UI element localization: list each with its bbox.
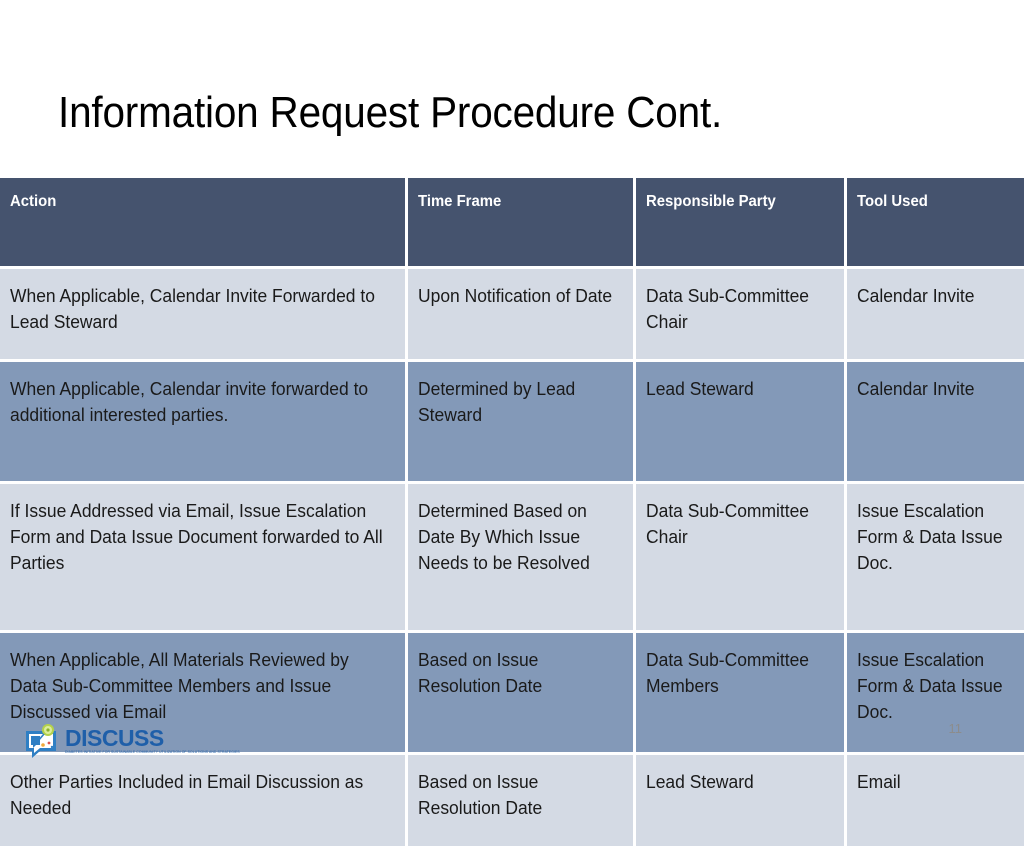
column-header-time-frame-label: Time Frame — [417, 193, 501, 210]
cell-action-text: When Applicable, All Materials Reviewed … — [10, 650, 349, 722]
cell-responsible-party: Lead Steward — [634, 360, 847, 484]
cell-action-text: When Applicable, Calendar invite forward… — [10, 379, 369, 425]
cell-time-frame-text: Based on Issue Resolution Date — [417, 772, 542, 818]
cell-tool-used: Calendar Invite — [845, 360, 1024, 484]
cell-time-frame-text: Upon Notification of Date — [417, 286, 612, 306]
cell-action-text: Other Parties Included in Email Discussi… — [10, 772, 364, 818]
cell-time-frame: Based on Issue Resolution Date — [406, 631, 636, 755]
cell-tool-used-text: Calendar Invite — [856, 286, 974, 306]
cell-tool-used-text: Issue Escalation Form & Data Issue Doc. — [856, 650, 1003, 722]
column-header-action: Action — [0, 178, 408, 269]
cell-time-frame-text: Determined by Lead Steward — [417, 379, 575, 425]
cell-tool-used-text: Email — [856, 772, 901, 792]
cell-time-frame: Determined by Lead Steward — [406, 360, 636, 484]
cell-time-frame: Upon Notification of Date — [406, 267, 636, 362]
cell-action: When Applicable, Calendar Invite Forward… — [0, 267, 408, 362]
cell-tool-used-text: Calendar Invite — [856, 379, 974, 399]
table-header-row: Action Time Frame Responsible Party Tool… — [0, 178, 1024, 269]
column-header-tool-used: Tool Used — [845, 178, 1024, 269]
cell-action-text: When Applicable, Calendar Invite Forward… — [10, 286, 375, 332]
cell-tool-used: Calendar Invite — [845, 267, 1024, 362]
footer-logo: DISCUSS DIABETES INITIATIVE FOR SUSTAINA… — [22, 718, 240, 764]
cell-responsible-party: Data Sub-Committee Chair — [634, 482, 847, 633]
logo-wordmark: DISCUSS DIABETES INITIATIVE FOR SUSTAINA… — [65, 727, 240, 754]
column-header-responsible-party: Responsible Party — [634, 178, 847, 269]
speech-bubble-icon — [22, 721, 62, 761]
column-header-action-label: Action — [10, 193, 57, 210]
cell-time-frame: Determined Based on Date By Which Issue … — [406, 482, 636, 633]
table-row: When Applicable, Calendar invite forward… — [0, 360, 1024, 484]
table-header: Action Time Frame Responsible Party Tool… — [0, 178, 1024, 269]
cell-action-text: If Issue Addressed via Email, Issue Esca… — [10, 501, 383, 573]
column-header-tool-used-label: Tool Used — [856, 193, 928, 210]
cell-responsible-party-text: Data Sub-Committee Chair — [645, 501, 809, 547]
cell-tool-used: Issue Escalation Form & Data Issue Doc. — [845, 631, 1024, 755]
page-number: 11 — [948, 721, 963, 736]
cell-responsible-party-text: Lead Steward — [645, 379, 754, 399]
cell-action: When Applicable, Calendar invite forward… — [0, 360, 408, 484]
logo-name: DISCUSS — [65, 725, 164, 752]
logo-tagline: DIABETES INITIATIVE FOR SUSTAINABLE COMM… — [65, 750, 240, 755]
cell-time-frame-text: Determined Based on Date By Which Issue … — [417, 501, 590, 573]
table-row: If Issue Addressed via Email, Issue Esca… — [0, 482, 1024, 633]
cell-tool-used: Issue Escalation Form & Data Issue Doc. — [845, 482, 1024, 633]
cell-time-frame-text: Based on Issue Resolution Date — [417, 650, 542, 696]
cell-action: If Issue Addressed via Email, Issue Esca… — [0, 482, 408, 633]
column-header-time-frame: Time Frame — [406, 178, 636, 269]
table-row: When Applicable, Calendar Invite Forward… — [0, 267, 1024, 362]
cell-tool-used-text: Issue Escalation Form & Data Issue Doc. — [856, 501, 1003, 573]
cell-responsible-party-text: Data Sub-Committee Members — [645, 650, 809, 696]
cell-responsible-party: Data Sub-Committee Members — [634, 631, 847, 755]
page-title: Information Request Procedure Cont. — [58, 88, 723, 138]
cell-responsible-party-text: Data Sub-Committee Chair — [645, 286, 809, 332]
column-header-responsible-party-label: Responsible Party — [645, 193, 776, 210]
cell-responsible-party-text: Lead Steward — [645, 772, 754, 792]
cell-responsible-party: Data Sub-Committee Chair — [634, 267, 847, 362]
